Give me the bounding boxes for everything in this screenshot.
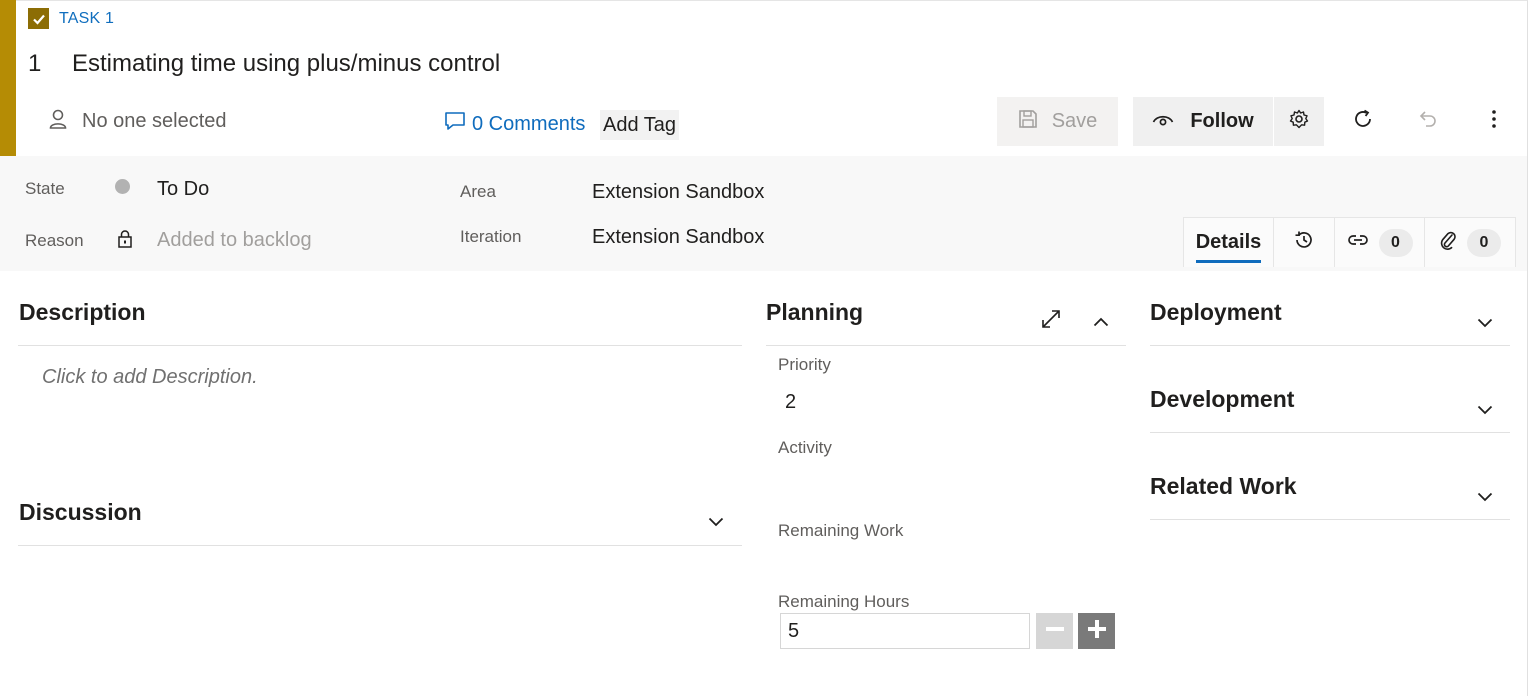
tab-links[interactable]: 0 <box>1335 218 1425 267</box>
refresh-icon <box>1352 108 1374 136</box>
follow-button[interactable]: Follow <box>1133 97 1273 146</box>
refresh-button[interactable] <box>1340 100 1386 144</box>
assigned-to-picker[interactable]: No one selected <box>48 108 227 135</box>
task-checkbox-icon <box>28 8 49 29</box>
state-indicator-dot <box>115 179 130 194</box>
save-icon <box>1018 109 1038 135</box>
state-label: State <box>25 179 65 198</box>
work-item-title-row: 1 Estimating time using plus/minus contr… <box>28 50 500 78</box>
deployment-divider <box>1150 345 1510 346</box>
comments-count-label: 0 Comments <box>472 112 586 135</box>
discussion-title: Discussion <box>19 499 142 525</box>
related-work-chevron-down-icon[interactable] <box>1477 489 1493 507</box>
tab-history[interactable] <box>1274 218 1335 267</box>
history-icon <box>1293 229 1315 256</box>
paperclip-icon <box>1439 229 1457 256</box>
deployment-title: Deployment <box>1150 299 1282 325</box>
save-label: Save <box>1051 110 1098 132</box>
related-work-title: Related Work <box>1150 473 1297 499</box>
iteration-value[interactable]: Extension Sandbox <box>592 226 764 249</box>
person-icon <box>48 108 68 135</box>
related-work-divider <box>1150 519 1510 520</box>
planning-chevron-up-icon[interactable] <box>1093 314 1109 332</box>
discussion-divider <box>18 545 742 546</box>
add-tag-button[interactable]: Add Tag <box>600 110 680 140</box>
minus-icon <box>1045 619 1065 644</box>
link-icon <box>1347 233 1369 252</box>
activity-label: Activity <box>778 438 832 457</box>
priority-value[interactable]: 2 <box>785 391 796 414</box>
work-item-type-color-bar <box>0 0 16 156</box>
follow-label: Follow <box>1190 110 1254 132</box>
development-chevron-down-icon[interactable] <box>1477 402 1493 420</box>
remaining-hours-input[interactable] <box>780 613 1030 649</box>
tab-attachments[interactable]: 0 <box>1425 218 1515 267</box>
remaining-work-label: Remaining Work <box>778 521 904 540</box>
planning-divider <box>766 345 1126 346</box>
tab-details-label: Details <box>1195 231 1262 253</box>
remaining-hours-label: Remaining Hours <box>778 592 910 611</box>
planning-title: Planning <box>766 299 864 325</box>
links-count-badge: 0 <box>1378 228 1413 257</box>
follow-settings-button[interactable] <box>1274 97 1324 146</box>
gear-icon <box>1289 109 1309 135</box>
decrement-button[interactable] <box>1036 613 1073 649</box>
description-title: Description <box>19 299 146 325</box>
discussion-chevron-down-icon[interactable] <box>708 514 724 532</box>
assigned-to-label: No one selected <box>82 110 227 132</box>
iteration-label: Iteration <box>460 227 522 246</box>
eye-icon <box>1152 110 1174 133</box>
plus-icon <box>1087 619 1107 644</box>
attachments-count-badge: 0 <box>1467 228 1501 257</box>
area-value[interactable]: Extension Sandbox <box>592 181 764 204</box>
area-label: Area <box>460 182 496 201</box>
form-tabs: Details 0 0 <box>1183 217 1516 267</box>
priority-label: Priority <box>778 355 831 374</box>
more-vertical-icon <box>1491 109 1497 135</box>
reason-value: Added to backlog <box>157 229 312 251</box>
undo-button[interactable] <box>1406 100 1452 144</box>
comments-link[interactable]: 0 Comments <box>444 111 585 137</box>
lock-icon <box>117 230 133 253</box>
comment-icon <box>444 111 466 137</box>
state-value[interactable]: To Do <box>157 178 209 201</box>
save-button[interactable]: Save <box>997 97 1118 146</box>
work-item-type-label: TASK 1 <box>59 9 115 27</box>
description-divider <box>18 345 742 346</box>
work-item-title[interactable]: Estimating time using plus/minus control <box>72 50 500 78</box>
more-actions-button[interactable] <box>1472 100 1516 144</box>
undo-icon <box>1419 109 1439 135</box>
planning-maximize-icon[interactable] <box>1041 309 1061 334</box>
work-item-type: TASK 1 <box>28 8 114 29</box>
development-title: Development <box>1150 386 1295 412</box>
description-editor[interactable]: Click to add Description. <box>42 366 258 389</box>
reason-label: Reason <box>25 231 84 250</box>
increment-button[interactable] <box>1078 613 1115 649</box>
tab-details[interactable]: Details <box>1184 218 1274 267</box>
deployment-chevron-down-icon[interactable] <box>1477 315 1493 333</box>
work-item-id: 1 <box>28 50 42 77</box>
development-divider <box>1150 432 1510 433</box>
